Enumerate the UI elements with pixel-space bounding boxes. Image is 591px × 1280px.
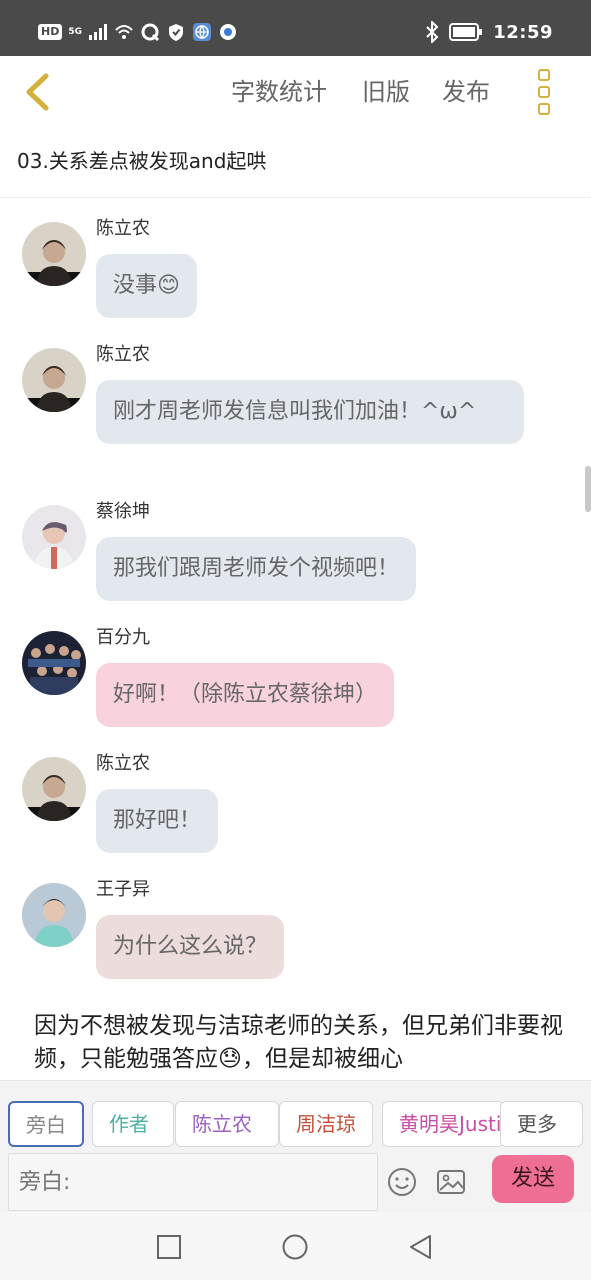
network-type: 5G	[68, 27, 82, 37]
role-zhou-button[interactable]: 周洁琼	[279, 1101, 373, 1147]
chat-message[interactable]: 蔡徐坤 那我们跟周老师发个视频吧！	[22, 501, 562, 615]
publish-button[interactable]: 发布	[442, 74, 490, 110]
status-bar: HD 5G 12:59	[0, 0, 591, 56]
role-narrator-button[interactable]: 旁白	[8, 1101, 84, 1147]
bluetooth-icon	[426, 21, 439, 43]
clock: 12:59	[493, 21, 553, 43]
message-bubble[interactable]: 那我们跟周老师发个视频吧！	[96, 537, 417, 601]
message-bubble[interactable]: 那好吧！	[96, 789, 219, 853]
browser-app-icon	[220, 24, 236, 40]
editor-toolbar: 字数统计 旧版 发布	[0, 56, 591, 128]
chat-message[interactable]: 陈立农 那好吧！	[22, 753, 562, 867]
role-chen-button[interactable]: 陈立农	[175, 1101, 279, 1147]
back-icon[interactable]	[406, 1232, 436, 1262]
back-chevron-icon[interactable]	[18, 66, 62, 118]
shield-icon	[169, 24, 183, 41]
sender-name: 陈立农	[96, 344, 150, 365]
more-roles-button[interactable]: 更多	[500, 1101, 583, 1147]
chat-message[interactable]: 王子异 为什么这么说？	[22, 879, 562, 993]
role-selector: 旁白 作者 陈立农 周洁琼 黄明昊Justin 更多	[8, 1101, 583, 1147]
role-author-button[interactable]: 作者	[92, 1101, 174, 1147]
hd-indicator: HD	[38, 24, 63, 40]
status-icons-right: 12:59	[425, 18, 553, 46]
message-input[interactable]	[8, 1153, 378, 1211]
system-nav-bar	[0, 1212, 591, 1280]
old-version-button[interactable]: 旧版	[362, 74, 410, 110]
sender-name: 蔡徐坤	[96, 501, 150, 522]
compose-row: 发送	[8, 1153, 583, 1211]
avatar[interactable]	[22, 222, 86, 286]
avatar[interactable]	[22, 505, 86, 569]
narration-paragraph[interactable]: 因为不想被发现与洁琼老师的关系，但兄弟们非要视频，只能勉强答应😓，但是却被细心	[34, 1010, 564, 1080]
message-bubble[interactable]: 好啊！（除陈立农蔡徐坤）	[96, 663, 395, 727]
status-icons-left: HD 5G	[38, 20, 238, 44]
role-huang-button[interactable]: 黄明昊Justin	[382, 1101, 504, 1147]
avatar[interactable]	[22, 348, 86, 412]
sender-name: 百分九	[96, 627, 150, 648]
sender-name: 陈立农	[96, 753, 150, 774]
chapter-title[interactable]: 03.关系差点被发现and起哄	[17, 145, 266, 177]
divider	[0, 197, 591, 198]
sender-name: 陈立农	[96, 218, 150, 239]
wifi-icon	[115, 25, 133, 39]
image-icon[interactable]	[435, 1166, 467, 1198]
signal-icon	[89, 24, 107, 40]
role-input-panel: 旁白 作者 陈立农 周洁琼 黄明昊Justin 更多 发送	[0, 1080, 591, 1212]
home-icon[interactable]	[280, 1232, 310, 1262]
chat-message[interactable]: 陈立农 没事😊	[22, 218, 562, 332]
message-bubble[interactable]: 为什么这么说？	[96, 915, 285, 979]
message-bubble[interactable]: 刚才周老师发信息叫我们加油！^ω^	[96, 380, 524, 444]
globe-app-icon	[193, 23, 211, 41]
avatar[interactable]	[22, 757, 86, 821]
message-bubble[interactable]: 没事😊	[96, 254, 197, 318]
menu-dot	[538, 69, 550, 81]
more-menu-icon[interactable]	[528, 66, 560, 118]
q-app-icon	[141, 23, 160, 42]
chat-message[interactable]: 陈立农 刚才周老师发信息叫我们加油！^ω^	[22, 344, 562, 458]
battery-icon	[449, 23, 483, 41]
emoji-icon[interactable]	[386, 1166, 418, 1198]
sender-name: 王子异	[96, 879, 150, 900]
word-count-button[interactable]: 字数统计	[231, 74, 327, 110]
menu-dot	[538, 103, 550, 115]
chat-message[interactable]: 百分九 好啊！（除陈立农蔡徐坤）	[22, 627, 562, 741]
avatar[interactable]	[22, 883, 86, 947]
avatar[interactable]	[22, 631, 86, 695]
scrollbar-thumb[interactable]	[585, 466, 591, 512]
send-button[interactable]: 发送	[492, 1155, 574, 1203]
menu-dot	[538, 86, 550, 98]
recent-apps-icon[interactable]	[154, 1232, 184, 1262]
